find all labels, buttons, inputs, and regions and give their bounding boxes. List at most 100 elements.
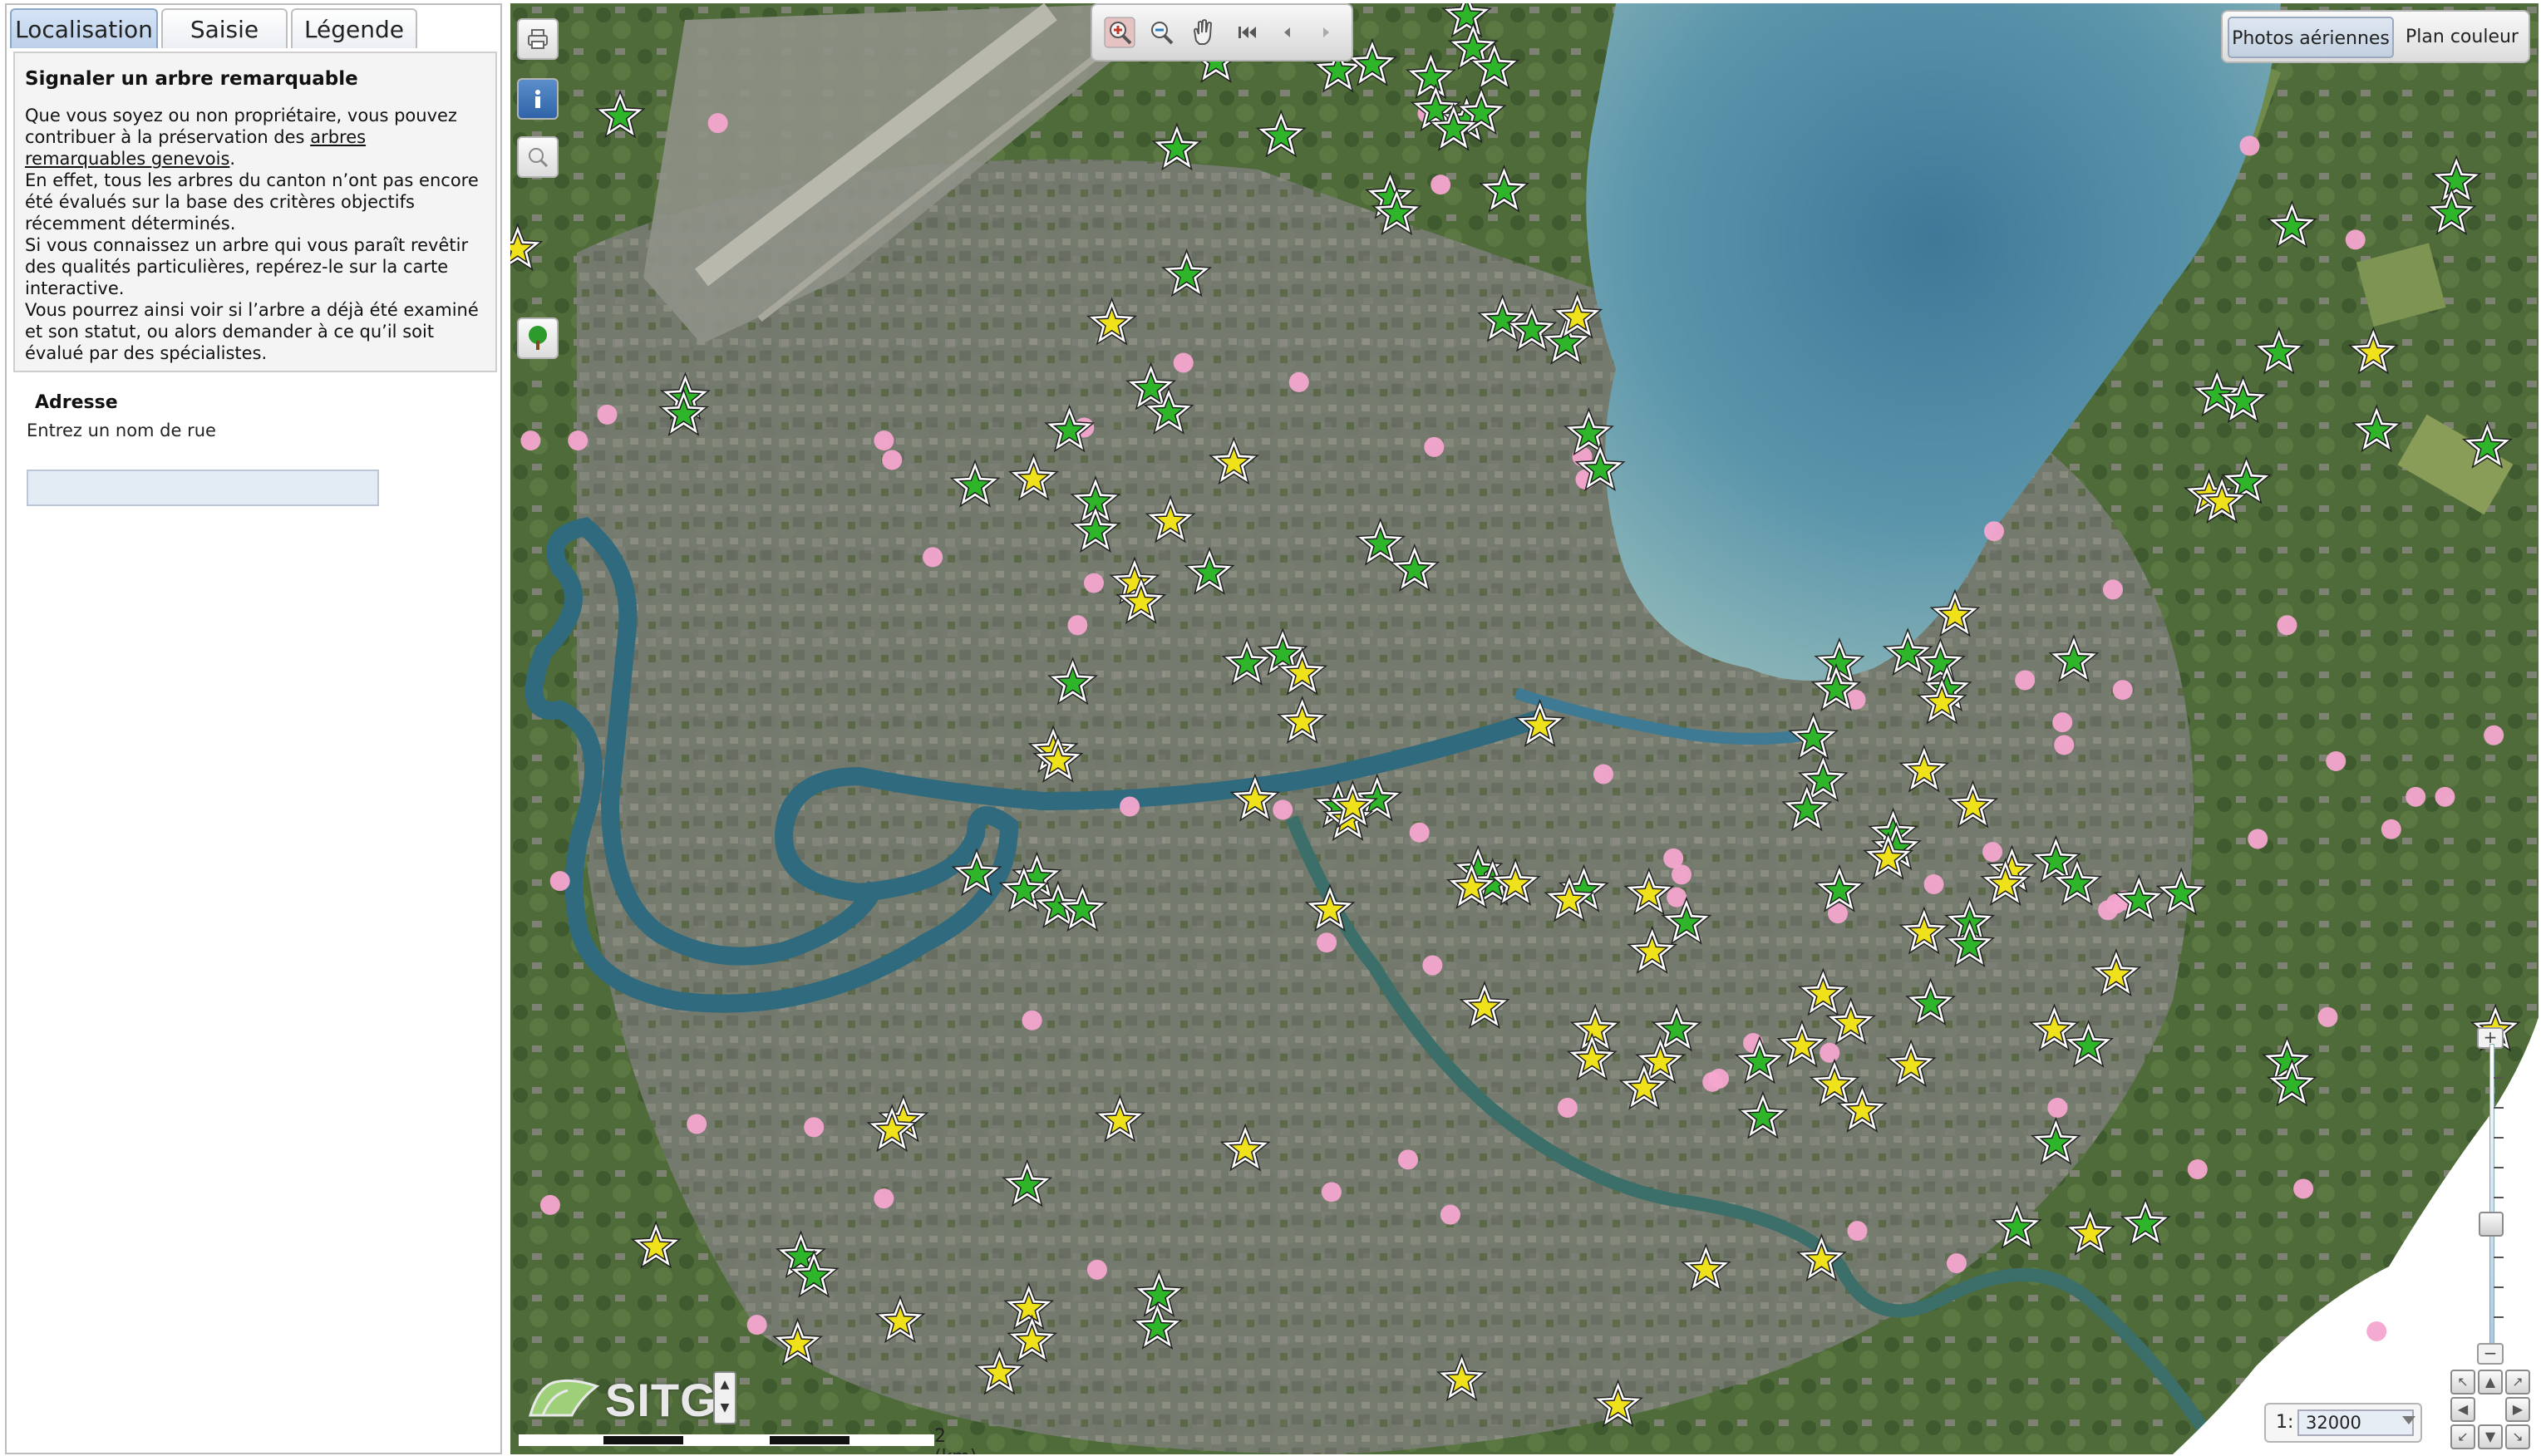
pink-tree-point[interactable] — [1022, 1010, 1042, 1031]
zoom-minus-button[interactable]: − — [2477, 1343, 2504, 1365]
pink-tree-point[interactable] — [520, 430, 541, 451]
pink-tree-point[interactable] — [1946, 1253, 1967, 1274]
pink-tree-point[interactable] — [2098, 900, 2119, 921]
pan-west-button[interactable]: ◀ — [2450, 1397, 2475, 1422]
info-icon — [535, 90, 540, 108]
tree-button[interactable] — [517, 317, 559, 359]
pink-tree-point[interactable] — [707, 113, 728, 134]
pink-tree-point[interactable] — [1671, 864, 1692, 885]
pink-tree-point[interactable] — [1120, 796, 1140, 817]
pink-tree-point[interactable] — [923, 547, 943, 568]
pink-tree-point[interactable] — [1702, 1071, 1723, 1092]
aerial-photos-button[interactable]: Photos aériennes — [2228, 17, 2394, 58]
pink-tree-point[interactable] — [568, 430, 588, 451]
pink-tree-point[interactable] — [1397, 1149, 1418, 1170]
first-extent-button[interactable] — [1229, 13, 1267, 52]
arrow-northeast-icon: ↗ — [2512, 1374, 2524, 1390]
next-extent-button[interactable] — [1307, 13, 1345, 52]
print-button[interactable] — [517, 18, 559, 60]
pink-tree-point[interactable] — [874, 430, 894, 451]
map-viewport[interactable]: Photos aériennes Plan couleur + − ↖ ▲ ↗ … — [510, 3, 2539, 1454]
pan-south-button[interactable]: ▼ — [2478, 1424, 2503, 1449]
pan-east-button[interactable]: ▶ — [2505, 1397, 2530, 1422]
pink-tree-point[interactable] — [2248, 829, 2268, 849]
pan-north-button[interactable]: ▲ — [2478, 1370, 2503, 1395]
pink-tree-point[interactable] — [2406, 786, 2426, 807]
pink-tree-point[interactable] — [2345, 229, 2366, 250]
pink-tree-point[interactable] — [1820, 1042, 1840, 1063]
logo-scroll-control[interactable]: ▲ ▼ — [713, 1371, 736, 1424]
info-title: Signaler un arbre remarquable — [25, 68, 358, 90]
pink-tree-point[interactable] — [549, 871, 570, 892]
pink-tree-point[interactable] — [2112, 680, 2133, 701]
pink-tree-point[interactable] — [2239, 135, 2260, 156]
pink-tree-point[interactable] — [1409, 822, 1430, 843]
pink-tree-point[interactable] — [1321, 1182, 1342, 1203]
zoom-box-button[interactable] — [517, 136, 559, 178]
pink-tree-point[interactable] — [2187, 1159, 2208, 1180]
pink-tree-point[interactable] — [804, 1117, 825, 1138]
pink-tree-point[interactable] — [874, 1188, 894, 1209]
address-input[interactable] — [27, 470, 379, 506]
pan-northeast-button[interactable]: ↗ — [2505, 1370, 2530, 1395]
zoom-handle[interactable] — [2479, 1212, 2504, 1237]
scale-prefix: 1: — [2276, 1412, 2294, 1433]
tab-saisie[interactable]: Saisie — [161, 8, 288, 48]
pink-tree-point[interactable] — [882, 450, 903, 470]
pink-tree-point[interactable] — [2047, 1098, 2068, 1119]
pink-tree-point[interactable] — [1067, 615, 1088, 636]
pan-southeast-button[interactable]: ↘ — [2505, 1424, 2530, 1449]
pink-tree-point[interactable] — [1557, 1098, 1578, 1119]
pink-tree-point[interactable] — [2015, 670, 2036, 691]
scale-bar: 2 (km) — [519, 1426, 977, 1454]
scale-selector[interactable]: 1: 32000 — [2264, 1403, 2422, 1443]
pink-tree-point[interactable] — [1173, 352, 1194, 373]
pink-tree-point[interactable] — [2381, 819, 2401, 839]
pink-tree-point[interactable] — [1431, 175, 1451, 195]
previous-extent-button[interactable] — [1268, 13, 1307, 52]
chevron-up-icon: ▲ — [720, 1378, 730, 1391]
pink-tree-point[interactable] — [746, 1315, 767, 1335]
pink-tree-point[interactable] — [1983, 521, 2004, 542]
pink-tree-point[interactable] — [1923, 874, 1944, 895]
pink-tree-point[interactable] — [1273, 799, 1293, 820]
info-button[interactable] — [517, 78, 559, 120]
color-plan-button[interactable]: Plan couleur — [2399, 17, 2525, 58]
pink-tree-point[interactable] — [539, 1194, 560, 1215]
pink-tree-point[interactable] — [2366, 1321, 2387, 1341]
pink-tree-point[interactable] — [1982, 842, 2003, 863]
pan-tool[interactable] — [1184, 13, 1222, 52]
pink-tree-point[interactable] — [1847, 1221, 1868, 1242]
chevron-down-icon[interactable] — [2402, 1416, 2415, 1424]
pink-tree-point[interactable] — [2317, 1006, 2338, 1027]
pink-tree-point[interactable] — [1593, 764, 1613, 785]
pink-tree-point[interactable] — [687, 1114, 707, 1134]
pink-tree-point[interactable] — [2435, 786, 2455, 807]
pink-tree-point[interactable] — [1086, 1259, 1107, 1280]
arrow-down-icon: ▼ — [2484, 1429, 2496, 1444]
zoom-in-tool[interactable] — [1101, 13, 1139, 52]
scale-value[interactable]: 32000 — [2297, 1409, 2414, 1436]
pink-tree-point[interactable] — [1422, 955, 1443, 976]
tab-localisation[interactable]: Localisation — [10, 8, 158, 48]
zoom-slider[interactable]: + − — [2477, 1027, 2505, 1365]
pink-tree-point[interactable] — [2102, 579, 2123, 600]
tab-bar: Localisation Saisie Légende — [7, 5, 500, 48]
pink-tree-point[interactable] — [2054, 735, 2075, 755]
zoom-tick — [2494, 1197, 2504, 1198]
pink-tree-point[interactable] — [597, 404, 618, 425]
pink-tree-point[interactable] — [1440, 1204, 1460, 1225]
pink-tree-point[interactable] — [1317, 932, 1337, 953]
pink-tree-point[interactable] — [1288, 371, 1309, 392]
pan-southwest-button[interactable]: ↙ — [2450, 1424, 2475, 1449]
pink-tree-point[interactable] — [1424, 436, 1445, 457]
pink-tree-point[interactable] — [2052, 712, 2073, 733]
pink-tree-point[interactable] — [2293, 1178, 2314, 1199]
zoom-out-tool[interactable] — [1142, 13, 1180, 52]
tab-legende[interactable]: Légende — [291, 8, 417, 48]
pink-tree-point[interactable] — [2484, 725, 2504, 745]
pink-tree-point[interactable] — [1084, 573, 1105, 593]
pan-northwest-button[interactable]: ↖ — [2450, 1370, 2475, 1395]
pink-tree-point[interactable] — [2326, 750, 2346, 771]
pink-tree-point[interactable] — [2277, 615, 2297, 636]
